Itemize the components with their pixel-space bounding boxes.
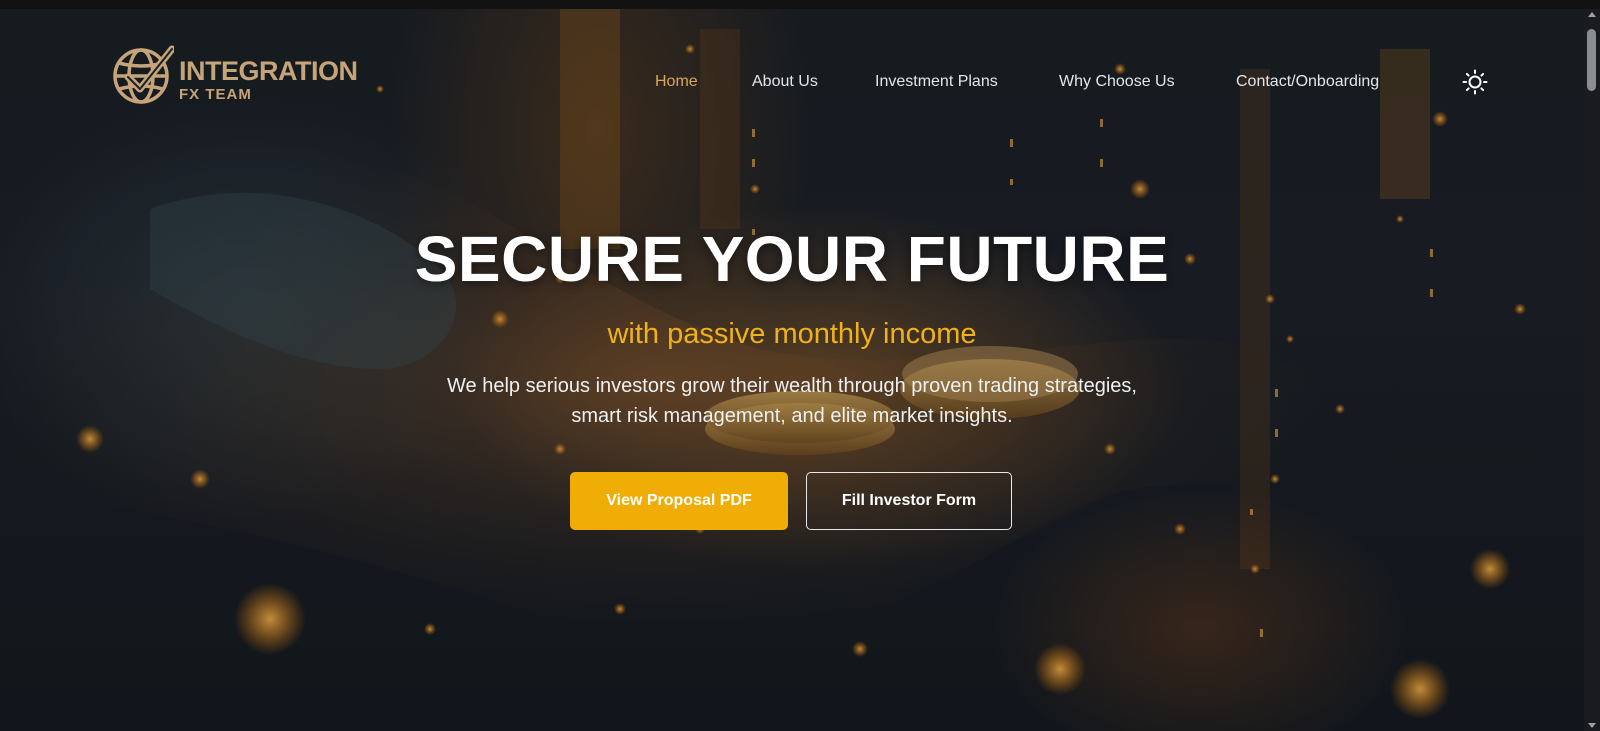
scroll-down-arrow-icon[interactable] [1588, 723, 1596, 728]
brand-name-line1: INTEGRATION [179, 56, 358, 86]
brand-logo[interactable]: INTEGRATION FX TEAM [112, 43, 358, 109]
hero-dark-overlay [0, 9, 1584, 731]
hero-title: SECURE YOUR FUTURE [414, 223, 1170, 295]
browser-top-edge [0, 0, 1600, 9]
nav-contact-onboarding[interactable]: Contact/Onboarding [1236, 70, 1379, 94]
scroll-up-arrow-icon[interactable] [1588, 12, 1596, 17]
hero-subtitle: with passive monthly income [607, 318, 977, 350]
globe-check-icon [113, 45, 174, 104]
hero-section: INTEGRATION FX TEAM Home About Us Invest… [0, 9, 1584, 731]
hero-description: We help serious investors grow their wea… [447, 375, 1137, 427]
nav-why-choose-us[interactable]: Why Choose Us [1059, 70, 1175, 94]
nav-home[interactable]: Home [655, 70, 698, 94]
sun-icon [1462, 69, 1488, 95]
fill-investor-form-button[interactable]: Fill Investor Form [806, 472, 1012, 530]
brand-name-line2: FX TEAM [179, 86, 252, 103]
scrollbar-thumb[interactable] [1587, 29, 1596, 91]
nav-about-us[interactable]: About Us [752, 70, 818, 94]
theme-toggle-button[interactable] [1462, 69, 1488, 95]
nav-investment-plans[interactable]: Investment Plans [875, 70, 998, 94]
page-scrollbar[interactable] [1584, 9, 1600, 731]
view-proposal-pdf-button[interactable]: View Proposal PDF [570, 472, 788, 530]
